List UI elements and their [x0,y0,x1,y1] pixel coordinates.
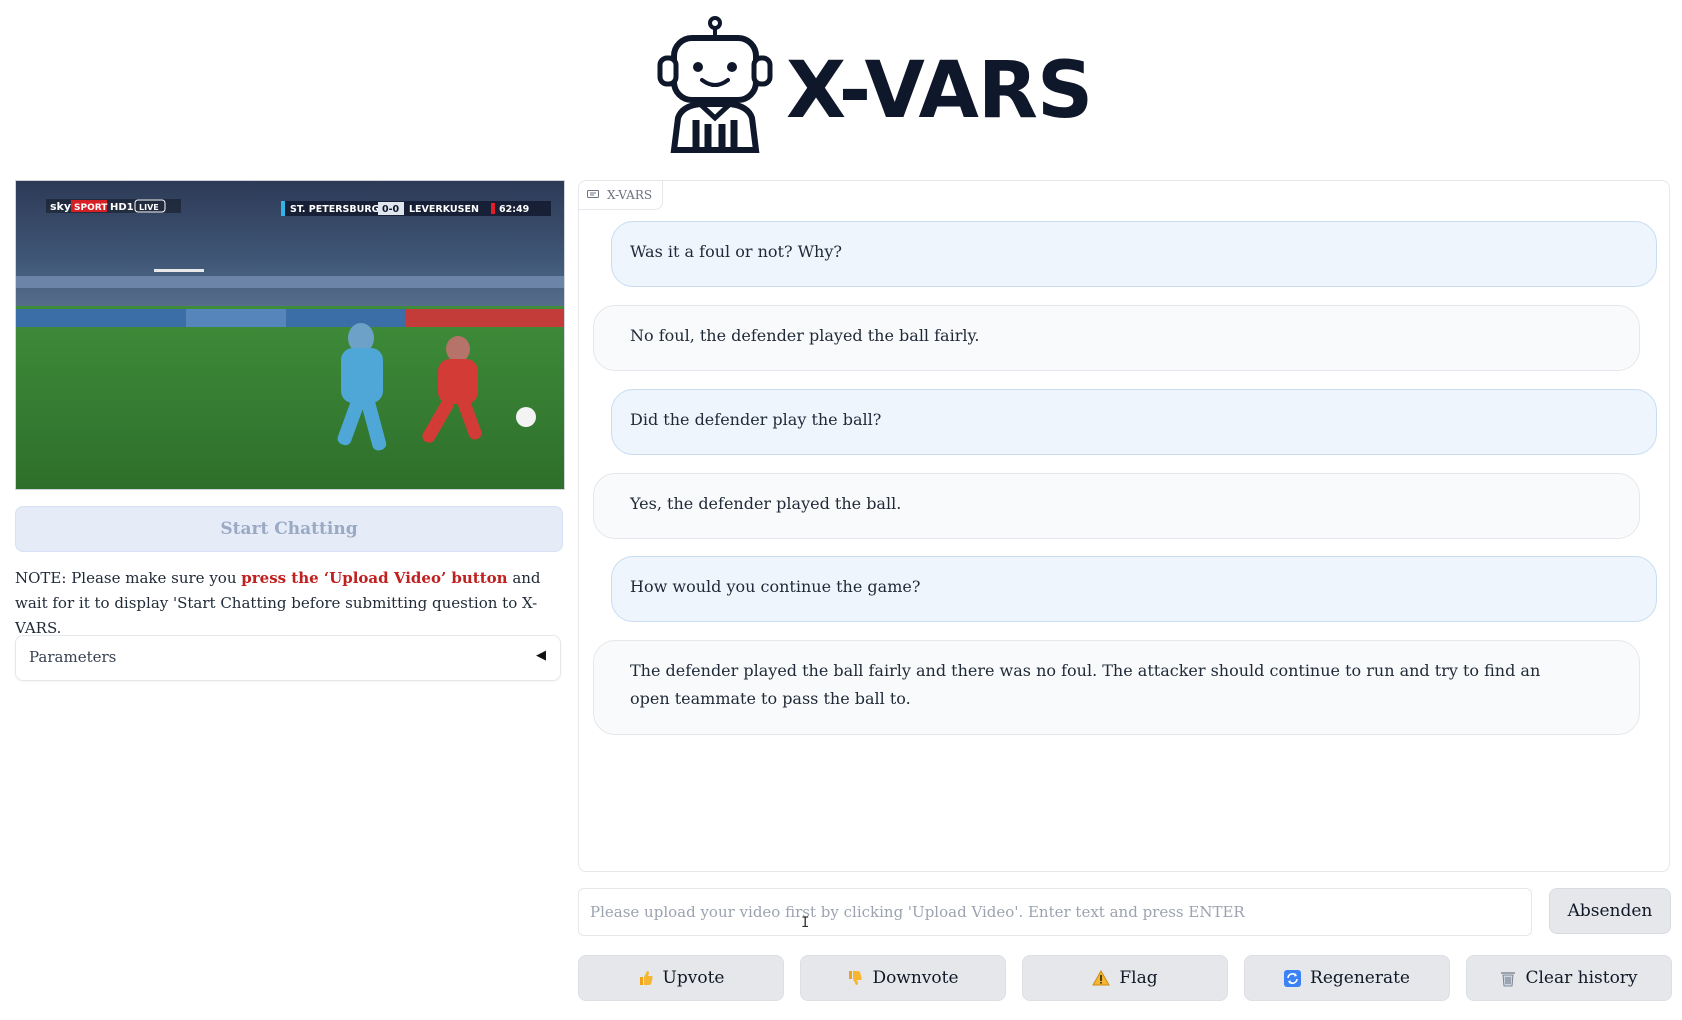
hd-badge: HD1 [110,202,134,213]
match-clock: 62:49 [499,204,529,215]
regenerate-button[interactable]: Regenerate [1244,955,1450,1001]
upvote-button[interactable]: Upvote [578,955,784,1001]
send-button[interactable]: Absenden [1549,888,1671,934]
channel-label: SPORT [74,203,108,213]
user-message: How would you continue the game? [611,556,1657,622]
chatbot-label: X-VARS [579,181,664,210]
chatbot-label-text: X-VARS [607,188,653,202]
bot-message: No foul, the defender played the ball fa… [593,305,1640,371]
warning-icon [1092,970,1111,986]
message-text: Yes, the defender played the ball. [630,494,902,513]
chatbot-panel[interactable]: X-VARS Was it a foul or not? Why? No fou… [578,180,1670,872]
video-frame: sky SPORT HD1 LIVE ST. PETERSBURG 0-0 LE… [16,181,564,489]
thumbs-down-icon [847,970,863,986]
home-team: ST. PETERSBURG [290,204,380,215]
parameters-label: Parameters [29,648,117,666]
note-highlight: press the ‘Upload Video’ button [241,569,508,587]
chat-input[interactable] [578,888,1532,936]
message-text: Was it a foul or not? Why? [630,242,842,261]
trash-icon [1500,970,1516,987]
chat-bubble-icon [587,190,599,198]
score: 0-0 [382,204,400,215]
message-text: Did the defender play the ball? [630,410,882,429]
downvote-button[interactable]: Downvote [800,955,1006,1001]
text-cursor-icon: I [801,915,810,931]
user-message: Did the defender play the ball? [611,389,1657,455]
refresh-icon [1284,969,1302,987]
referee-robot-icon [657,16,773,153]
collapse-triangle-icon[interactable]: ◀ [536,648,546,663]
clear-history-button[interactable]: Clear history [1466,955,1672,1001]
start-chatting-button[interactable]: Start Chatting [15,506,563,552]
app-title: X-VARS [786,46,1093,136]
message-text: The defender played the ball fairly and … [630,661,1541,708]
video-player[interactable]: sky SPORT HD1 LIVE ST. PETERSBURG 0-0 LE… [15,180,565,490]
away-team: LEVERKUSEN [409,204,479,215]
regenerate-label: Regenerate [1310,968,1410,988]
live-badge: LIVE [139,203,159,212]
bot-message: Yes, the defender played the ball. [593,473,1640,539]
flag-button[interactable]: Flag [1022,955,1228,1001]
bot-message: The defender played the ball fairly and … [593,640,1640,735]
message-text: No foul, the defender played the ball fa… [630,326,980,345]
note-prefix: NOTE: Please make sure you [15,569,242,587]
parameters-accordion[interactable]: Parameters ◀ [15,635,561,681]
upload-note: NOTE: Please make sure you press the ‘Up… [15,566,565,641]
user-message: Was it a foul or not? Why? [611,221,1657,287]
clear-history-label: Clear history [1525,968,1638,988]
app-header: X-VARS [0,0,1682,165]
downvote-label: Downvote [872,968,959,988]
broadcaster-logo: sky [50,200,71,213]
message-text: How would you continue the game? [630,577,921,596]
flag-label: Flag [1119,968,1158,988]
upvote-label: Upvote [662,968,725,988]
thumbs-up-icon [638,970,654,986]
